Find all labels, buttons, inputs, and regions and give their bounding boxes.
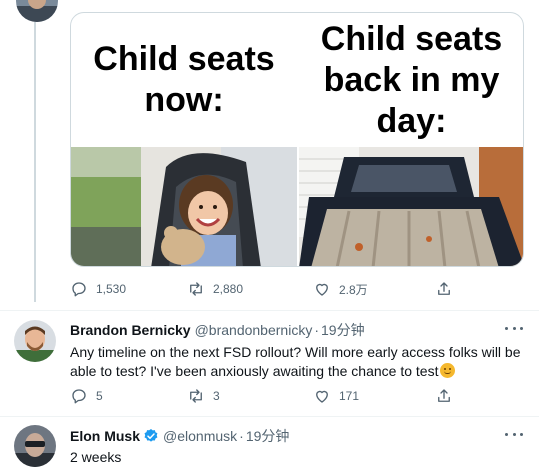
reply-icon	[72, 282, 86, 297]
reply-button[interactable]: 5	[70, 386, 103, 406]
musk-author-name[interactable]: Elon Musk	[70, 428, 140, 444]
retweet-icon	[190, 389, 202, 403]
avatar-parent[interactable]	[16, 0, 58, 22]
reply-author-name[interactable]: Brandon Bernicky	[70, 322, 191, 338]
smiling-face-emoji-icon	[440, 363, 456, 378]
meme-image[interactable]: Child seats now: Child seats back in my …	[70, 12, 524, 267]
photo-child-in-car-seat	[71, 147, 297, 266]
meme-caption-right: Child seats back in my day:	[320, 19, 503, 140]
musk-text: 2 weeks	[70, 449, 122, 465]
more-options-icon[interactable]	[505, 431, 523, 437]
reply-count: 1,530	[96, 282, 127, 296]
reply-action-bar: 5 3 171	[70, 386, 525, 406]
reply-dot: ·	[314, 321, 319, 338]
share-button[interactable]	[435, 386, 453, 406]
retweet-button[interactable]: 3	[187, 386, 220, 406]
reply-timestamp[interactable]: 19分钟	[321, 320, 365, 340]
reply-count: 5	[96, 389, 103, 403]
thread-line-top	[34, 22, 36, 302]
more-options-icon[interactable]	[505, 325, 523, 331]
share-icon	[438, 282, 450, 295]
like-icon	[316, 283, 328, 296]
verified-badge-icon	[144, 428, 158, 442]
musk-header: Elon Musk @elonmusk · 19分钟	[70, 426, 289, 445]
tweet-separator	[0, 310, 539, 311]
reply-author-handle[interactable]: @brandonbernicky	[195, 322, 313, 338]
musk-timestamp[interactable]: 19分钟	[246, 426, 290, 446]
like-count: 171	[339, 389, 360, 403]
retweet-count: 2,880	[213, 282, 244, 296]
meme-caption-left: Child seats now:	[93, 40, 275, 119]
like-button[interactable]: 2.8万	[313, 279, 368, 299]
avatar-elon-musk[interactable]	[14, 425, 56, 467]
avatar-brandon-bernicky[interactable]	[14, 320, 56, 362]
retweet-icon	[190, 282, 202, 296]
like-count: 2.8万	[339, 282, 368, 297]
reply-header: Brandon Bernicky @brandonbernicky · 19分钟	[70, 320, 365, 339]
musk-dot: ·	[239, 427, 244, 444]
like-icon	[316, 390, 328, 403]
reply-text: Any timeline on the next FSD rollout? Wi…	[70, 343, 525, 381]
share-icon	[438, 389, 450, 402]
like-button[interactable]: 171	[313, 386, 359, 406]
parent-action-bar: 1,530 2,880 2.8万	[70, 279, 525, 299]
share-button[interactable]	[435, 279, 453, 299]
musk-author-handle[interactable]: @elonmusk	[163, 428, 237, 444]
reply-icon	[72, 389, 86, 404]
retweet-count: 3	[213, 389, 220, 403]
tweet-separator	[0, 416, 539, 417]
retweet-button[interactable]: 2,880	[187, 279, 243, 299]
reply-button[interactable]: 1,530	[70, 279, 126, 299]
photo-truck-bed	[299, 147, 523, 266]
